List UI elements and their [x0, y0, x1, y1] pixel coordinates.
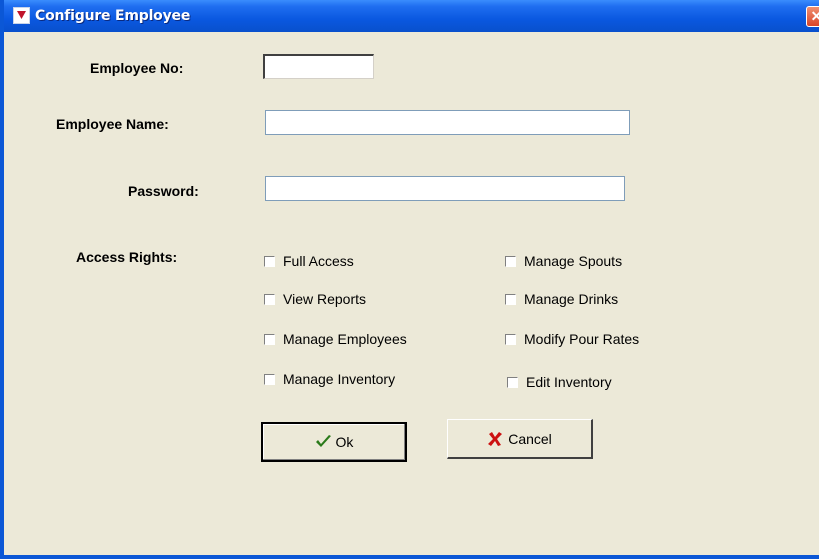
close-button[interactable]: ✕ [806, 6, 819, 27]
cancel-button-label: Cancel [508, 430, 552, 447]
checkbox-label: Full Access [283, 253, 354, 269]
checkbox-manage-spouts[interactable]: Manage Spouts [505, 253, 622, 269]
employee-no-label: Employee No: [90, 60, 184, 76]
checkbox-manage-drinks[interactable]: Manage Drinks [505, 291, 618, 307]
configure-employee-window: Configure Employee ✕ Employee No: Employ… [0, 0, 819, 559]
checkbox-label: Modify Pour Rates [524, 331, 640, 347]
checkbox-box[interactable] [505, 333, 516, 345]
employee-name-input[interactable] [265, 110, 630, 135]
checkbox-full-access[interactable]: Full Access [264, 253, 354, 269]
checkbox-box[interactable] [505, 255, 516, 267]
close-icon: ✕ [810, 8, 819, 24]
checkbox-label: Edit Inventory [526, 374, 612, 390]
checkbox-label: Manage Inventory [283, 371, 396, 387]
dialog-body: Employee No: Employee Name: Password: Ac… [8, 32, 819, 555]
checkbox-manage-inventory[interactable]: Manage Inventory [264, 371, 395, 387]
checkbox-edit-inventory[interactable]: Edit Inventory [507, 374, 612, 390]
employee-name-label: Employee Name: [56, 116, 169, 132]
employee-no-input[interactable] [263, 54, 374, 79]
cancel-x-icon [488, 431, 503, 446]
checkbox-box[interactable] [507, 376, 518, 388]
window-title: Configure Employee [35, 8, 191, 24]
checkbox-label: Manage Spouts [524, 253, 623, 269]
title-bar[interactable]: Configure Employee ✕ [4, 0, 819, 32]
checkbox-box[interactable] [505, 293, 516, 305]
checkbox-box[interactable] [264, 255, 275, 267]
password-label: Password: [128, 183, 199, 199]
access-rights-label: Access Rights: [76, 249, 178, 265]
checkbox-label: View Reports [283, 291, 367, 307]
ok-button[interactable]: Ok [261, 422, 407, 462]
checkmark-icon [315, 435, 331, 447]
checkbox-manage-employees[interactable]: Manage Employees [264, 331, 407, 347]
checkbox-label: Manage Employees [283, 331, 407, 347]
app-icon [13, 7, 30, 24]
checkbox-box[interactable] [264, 333, 275, 345]
cancel-button[interactable]: Cancel [447, 419, 593, 459]
checkbox-box[interactable] [264, 293, 275, 305]
checkbox-modify-pour-rates[interactable]: Modify Pour Rates [505, 331, 639, 347]
checkbox-box[interactable] [264, 373, 275, 385]
password-input[interactable] [265, 176, 625, 201]
checkbox-label: Manage Drinks [524, 291, 619, 307]
ok-button-label: Ok [335, 434, 354, 450]
checkbox-view-reports[interactable]: View Reports [264, 291, 366, 307]
